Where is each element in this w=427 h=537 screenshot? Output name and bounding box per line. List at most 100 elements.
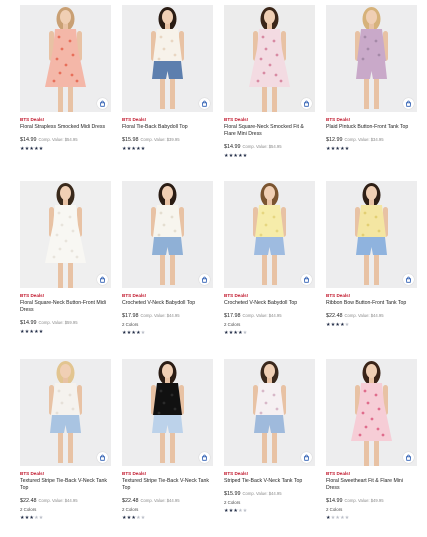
product-name[interactable]: Textured Stripe Tie-Back V-Neck Tank Top	[122, 478, 213, 492]
sale-price: $17.98	[224, 313, 241, 319]
color-count[interactable]: 2 Colors	[224, 500, 315, 506]
sale-price: $14.99	[224, 144, 241, 150]
product-image[interactable]	[326, 359, 417, 466]
product-card[interactable]: BTS Deals! Textured Stripe Tie-Back V-Nec…	[122, 359, 213, 537]
promo-badge: BTS Deals!	[326, 293, 351, 298]
product-name[interactable]: Crocheted V-Neck Babydoll Top	[224, 300, 315, 307]
wishlist-bag-icon[interactable]	[403, 274, 414, 285]
promo-badge: BTS Deals!	[20, 117, 45, 122]
model-illustration	[49, 361, 82, 463]
wishlist-bag-icon[interactable]	[199, 98, 210, 109]
sale-price: $17.98	[122, 313, 139, 319]
product-name[interactable]: Floral Strapless Smocked Midi Dress	[20, 124, 111, 131]
product-card[interactable]: BTS Deals! Floral Tie-Back Babydoll Top $1…	[122, 5, 213, 181]
wishlist-bag-icon[interactable]	[97, 98, 108, 109]
star-rating: ★★★★★	[326, 146, 417, 152]
model-illustration	[253, 183, 286, 285]
product-card[interactable]: BTS Deals! Crocheted V-Neck Babydoll Top $…	[224, 181, 315, 359]
product-card[interactable]: BTS Deals! Floral Square-Neck Button-Fron…	[20, 181, 111, 359]
star-icon: ★	[38, 329, 44, 335]
wishlist-bag-icon[interactable]	[301, 274, 312, 285]
sale-price: $15.99	[224, 491, 241, 497]
product-image[interactable]	[122, 181, 213, 288]
star-rating: ★★★★★	[326, 322, 417, 328]
wishlist-bag-icon[interactable]	[301, 98, 312, 109]
product-name[interactable]: Floral Square-Neck Smocked Fit & Flare M…	[224, 124, 315, 138]
price-row: $15.98 Comp. Value: $39.95	[122, 133, 213, 144]
wishlist-bag-icon[interactable]	[199, 274, 210, 285]
product-card[interactable]: BTS Deals! Crocheted V-Neck Babydoll Top $…	[122, 181, 213, 359]
product-card[interactable]: BTS Deals! Floral Square-Neck Smocked Fit…	[224, 5, 315, 181]
product-grid: BTS Deals! Floral Strapless Smocked Midi …	[20, 5, 417, 537]
product-name[interactable]: Crocheted V-Neck Babydoll Top	[122, 300, 213, 307]
product-image[interactable]	[326, 5, 417, 112]
product-card[interactable]: BTS Deals! Plaid Pintuck Button-Front Tan…	[326, 5, 417, 181]
price-row: $17.98 Comp. Value: $44.95	[224, 309, 315, 320]
wishlist-bag-icon[interactable]	[403, 98, 414, 109]
model-illustration	[351, 361, 392, 466]
promo-badge: BTS Deals!	[122, 471, 147, 476]
product-image[interactable]	[224, 5, 315, 112]
wishlist-bag-icon[interactable]	[301, 452, 312, 463]
model-illustration	[253, 361, 286, 463]
product-image[interactable]	[20, 359, 111, 466]
wishlist-bag-icon[interactable]	[97, 274, 108, 285]
wishlist-bag-icon[interactable]	[199, 452, 210, 463]
product-name[interactable]: Ribbon Bow Button-Front Tank Top	[326, 300, 417, 307]
sale-price: $12.99	[326, 137, 343, 143]
star-rating: ★★★★★	[326, 515, 417, 521]
promo-badge: BTS Deals!	[326, 471, 351, 476]
model-illustration	[151, 7, 184, 109]
product-image[interactable]	[224, 359, 315, 466]
color-count[interactable]: 2 Colors	[122, 322, 213, 328]
product-image[interactable]	[326, 181, 417, 288]
color-count[interactable]: 2 Colors	[20, 507, 111, 513]
product-name[interactable]: Plaid Pintuck Button-Front Tank Top	[326, 124, 417, 131]
star-rating: ★★★★★	[122, 515, 213, 521]
star-icon: ★	[344, 146, 350, 152]
product-image[interactable]	[122, 359, 213, 466]
star-icon: ★	[38, 515, 44, 521]
product-name[interactable]: Floral Square-Neck Button-Front Midi Dre…	[20, 300, 111, 314]
comparison-price: Comp. Value: $54.95	[242, 144, 282, 149]
price-row: $14.99 Comp. Value: $49.95	[326, 494, 417, 505]
product-card[interactable]: BTS Deals! Striped Tie-Back V-Neck Tank T…	[224, 359, 315, 537]
product-name[interactable]: Striped Tie-Back V-Neck Tank Top	[224, 478, 315, 485]
model-illustration	[355, 183, 388, 285]
product-card[interactable]: BTS Deals! Floral Strapless Smocked Midi …	[20, 5, 111, 181]
model-illustration	[151, 361, 184, 463]
price-row: $22.48 Comp. Value: $44.95	[326, 309, 417, 320]
product-name[interactable]: Floral Tie-Back Babydoll Top	[122, 124, 213, 131]
price-row: $12.99 Comp. Value: $34.95	[326, 133, 417, 144]
comparison-price: Comp. Value: $44.95	[140, 498, 180, 503]
product-card[interactable]: BTS Deals! Ribbon Bow Button-Front Tank T…	[326, 181, 417, 359]
product-image[interactable]	[20, 181, 111, 288]
promo-badge: BTS Deals!	[20, 471, 45, 476]
model-illustration	[151, 183, 184, 285]
star-icon: ★	[140, 146, 146, 152]
price-row: $17.98 Comp. Value: $44.95	[122, 309, 213, 320]
color-count[interactable]: 2 Colors	[326, 507, 417, 513]
star-icon: ★	[242, 508, 248, 514]
product-image[interactable]	[20, 5, 111, 112]
product-image[interactable]	[224, 181, 315, 288]
sale-price: $14.99	[326, 498, 343, 504]
star-icon: ★	[344, 515, 350, 521]
product-image[interactable]	[122, 5, 213, 112]
color-count[interactable]: 2 Colors	[122, 507, 213, 513]
product-name[interactable]: Textured Stripe Tie-Back V-Neck Tank Top	[20, 478, 111, 492]
star-rating: ★★★★★	[224, 330, 315, 336]
star-icon: ★	[242, 330, 248, 336]
product-card[interactable]: BTS Deals! Textured Stripe Tie-Back V-Nec…	[20, 359, 111, 537]
model-illustration	[249, 7, 290, 112]
promo-badge: BTS Deals!	[224, 117, 249, 122]
color-count[interactable]: 2 Colors	[224, 322, 315, 328]
promo-badge: BTS Deals!	[224, 471, 249, 476]
product-card[interactable]: BTS Deals! Floral Sweetheart Fit & Flare …	[326, 359, 417, 537]
price-row: $22.48 Comp. Value: $44.95	[122, 494, 213, 505]
wishlist-bag-icon[interactable]	[403, 452, 414, 463]
promo-badge: BTS Deals!	[122, 293, 147, 298]
product-name[interactable]: Floral Sweetheart Fit & Flare Mini Dress	[326, 478, 417, 492]
wishlist-bag-icon[interactable]	[97, 452, 108, 463]
star-icon: ★	[38, 146, 44, 152]
